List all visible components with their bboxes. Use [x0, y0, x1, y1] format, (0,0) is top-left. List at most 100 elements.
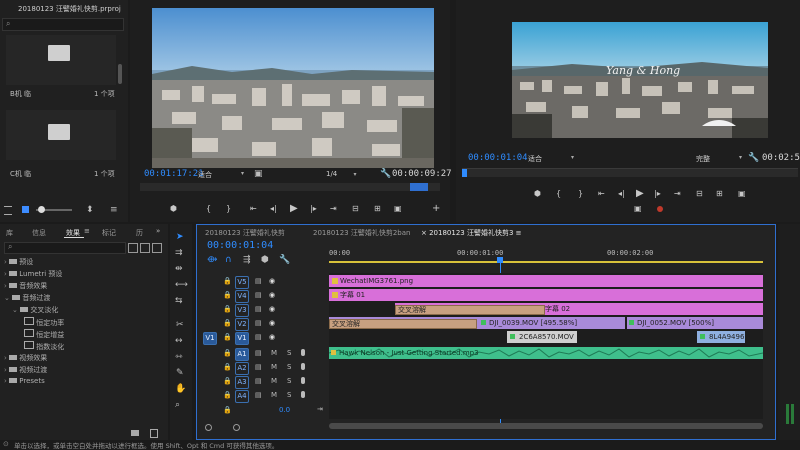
camera-icon[interactable]: ▣	[394, 204, 402, 213]
add-marker-icon[interactable]: ⬢	[261, 255, 269, 265]
sync-lock-icon[interactable]: ▤	[255, 349, 262, 357]
program-fit-dropdown[interactable]: 适合 ▾	[528, 154, 574, 163]
eye-icon[interactable]: ◉	[269, 291, 275, 299]
tree-item-video-effects[interactable]: › 视频效果	[4, 353, 47, 363]
clip-v1-a[interactable]: 2C6A8570.MOV	[507, 331, 577, 343]
solo-button[interactable]: S	[287, 377, 291, 385]
play-icon[interactable]: ▶	[290, 203, 298, 214]
source-patch-v1[interactable]: V1	[203, 332, 217, 345]
lock-icon[interactable]: 🔒	[223, 349, 232, 357]
target-track-v4[interactable]: V4	[235, 290, 249, 303]
target-track-a2[interactable]: A2	[235, 362, 249, 375]
effects-search-input[interactable]: ⌕	[4, 242, 126, 254]
lock-icon[interactable]: 🔒	[223, 363, 232, 371]
track-select-tool-icon[interactable]: ⇉	[175, 248, 183, 258]
eye-icon[interactable]: ◉	[269, 305, 275, 313]
camera-icon[interactable]: ▣	[738, 189, 746, 198]
source-resolution-dropdown[interactable]: 1/4 ▾	[326, 170, 357, 178]
slide-tool-icon[interactable]: ⇿	[175, 352, 183, 362]
sync-lock-icon[interactable]: ▤	[255, 277, 262, 285]
work-area-bar[interactable]	[329, 261, 763, 263]
go-to-in-icon[interactable]: ⇤	[250, 204, 257, 213]
mute-button[interactable]: M	[271, 377, 277, 385]
lock-icon[interactable]: 🔒	[223, 277, 232, 285]
tab-history[interactable]: 历	[136, 228, 143, 238]
clip-v2-b[interactable]: DJI_0052.MOV [500%]	[627, 317, 763, 329]
tab-info[interactable]: 信息	[32, 228, 46, 238]
step-forward-icon[interactable]: |▸	[310, 204, 317, 213]
go-to-end-icon[interactable]: ⇥	[317, 405, 323, 413]
rolling-edit-tool-icon[interactable]: ⟷	[175, 280, 188, 290]
tree-item-lumetri-presets[interactable]: › Lumetri 预设	[4, 269, 62, 279]
yuv-filter-icon[interactable]	[152, 243, 162, 253]
settings-icon[interactable]: ▣	[254, 169, 263, 179]
comparison-view-icon[interactable]: ▣	[634, 204, 642, 213]
program-quality-dropdown[interactable]: 完整 ▾	[696, 154, 742, 163]
lock-icon[interactable]: 🔒	[223, 333, 232, 341]
tab-menu-icon[interactable]: ≡	[84, 227, 90, 235]
target-track-v3[interactable]: V3	[235, 304, 249, 317]
mute-button[interactable]: M	[271, 363, 277, 371]
tree-item-presets[interactable]: › 预设	[4, 257, 33, 267]
wrench-icon[interactable]: 🔧	[279, 255, 290, 265]
playhead-marker[interactable]	[462, 169, 467, 177]
expand-panel-icon[interactable]: »	[156, 227, 160, 235]
slip-tool-icon[interactable]: ↔	[175, 336, 183, 346]
sync-lock-icon[interactable]: ▤	[255, 305, 262, 313]
target-track-a4[interactable]: A4	[235, 390, 249, 403]
go-to-out-icon[interactable]: ⇥	[674, 189, 681, 198]
tab-menu-icon[interactable]: ≡	[516, 229, 522, 237]
lock-icon[interactable]: 🔒	[223, 291, 232, 299]
program-timecode[interactable]: 00:00:01:04	[468, 153, 528, 163]
zoom-tool-icon[interactable]: ⌕	[175, 400, 180, 410]
tree-item-exponential-fade[interactable]: 指数淡化	[24, 341, 64, 352]
tab-markers[interactable]: 标记	[102, 228, 116, 238]
extract-icon[interactable]: ⊞	[716, 189, 723, 198]
eye-icon[interactable]: ◉	[269, 277, 275, 285]
lift-icon[interactable]: ⊟	[696, 189, 703, 198]
clip-v5-image[interactable]: WechatIMG3761.png	[329, 275, 763, 287]
zoom-circle-right[interactable]	[233, 424, 240, 431]
32bit-filter-icon[interactable]	[140, 243, 150, 253]
record-icon[interactable]	[657, 206, 663, 212]
step-back-icon[interactable]: ◂|	[270, 204, 277, 213]
clip-v1-b[interactable]: 8L4A9496	[697, 331, 745, 343]
source-fit-dropdown[interactable]: 适合 ▾	[198, 170, 244, 179]
snap-icon[interactable]: ∩	[225, 255, 232, 265]
microphone-icon[interactable]	[301, 377, 305, 384]
project-search-input[interactable]: ⌕	[2, 18, 124, 31]
tree-item-video-transitions[interactable]: › 视频过渡	[4, 365, 47, 375]
tree-item-audio-transitions[interactable]: ⌄ 音频过渡	[4, 293, 50, 303]
timeline-tab-1[interactable]: 20180123 汪譬婚礼快剪	[205, 228, 285, 238]
solo-button[interactable]: S	[287, 363, 291, 371]
tree-item-constant-gain[interactable]: 恒定增益	[24, 329, 64, 340]
target-track-a1[interactable]: A1	[235, 348, 249, 361]
target-track-v5[interactable]: V5	[235, 276, 249, 289]
razor-tool-icon[interactable]: ✂	[176, 320, 184, 330]
tree-item-audio-effects[interactable]: › 音频效果	[4, 281, 47, 291]
sync-lock-icon[interactable]: ▤	[255, 291, 262, 299]
microphone-icon[interactable]	[301, 391, 305, 398]
icon-view-icon[interactable]	[22, 206, 29, 213]
go-to-out-icon[interactable]: ⇥	[330, 204, 337, 213]
timeline-scrollbar[interactable]	[329, 423, 763, 429]
tree-item-crossfade[interactable]: ⌄ 交叉淡化	[12, 305, 58, 315]
sync-lock-icon[interactable]: ▤	[255, 391, 262, 399]
new-bin-icon[interactable]	[131, 430, 139, 436]
timeline-timecode[interactable]: 00:00:01:04	[207, 240, 273, 251]
play-icon[interactable]: ▶	[636, 188, 644, 199]
lock-icon[interactable]: 🔒	[223, 319, 232, 327]
lock-icon[interactable]: 🔒	[223, 305, 232, 313]
rate-stretch-tool-icon[interactable]: ⇆	[175, 296, 183, 306]
timeline-tab-3[interactable]: × 20180123 汪譬婚礼快剪3 ≡	[421, 228, 522, 238]
target-track-v1[interactable]: V1	[235, 332, 249, 345]
overwrite-icon[interactable]: ⊞	[374, 204, 381, 213]
lock-icon[interactable]: 🔒	[223, 391, 232, 399]
add-marker-icon[interactable]: ⬢	[170, 204, 177, 213]
target-track-v2[interactable]: V2	[235, 318, 249, 331]
panel-menu-icon[interactable]: ≡	[110, 205, 118, 215]
add-button-icon[interactable]: +	[432, 203, 440, 214]
step-back-icon[interactable]: ◂|	[618, 189, 625, 198]
close-icon[interactable]: ×	[421, 229, 429, 237]
sync-lock-icon[interactable]: ▤	[255, 333, 262, 341]
